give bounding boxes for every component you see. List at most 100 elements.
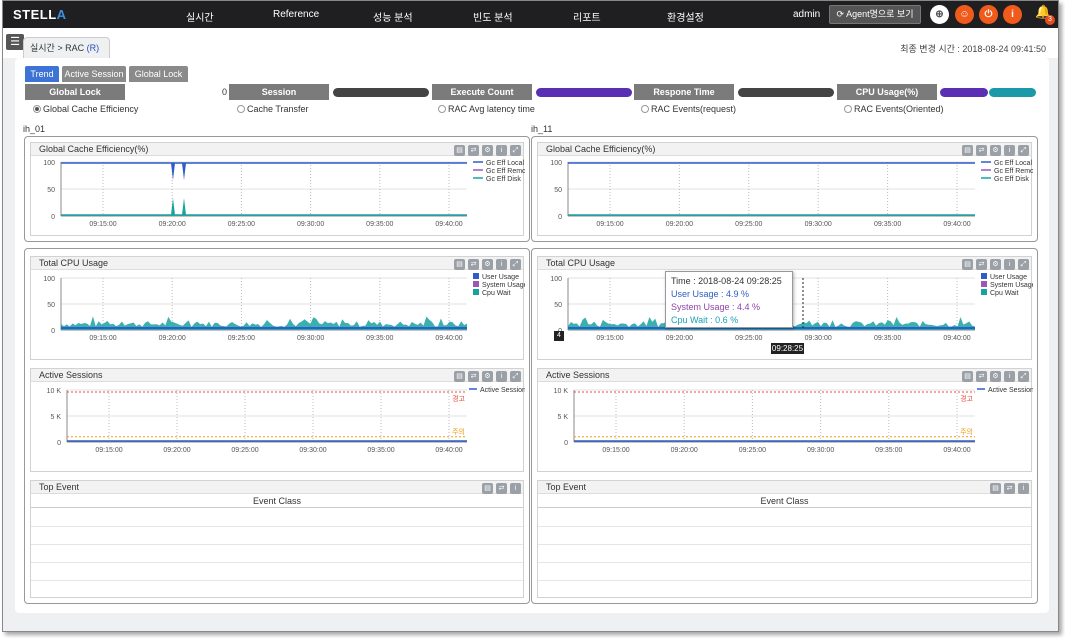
y-tick-label: 100 (43, 276, 55, 283)
x-tick-label: 09:35:00 (875, 447, 902, 454)
event-class-header[interactable]: Event Class (538, 494, 1031, 508)
table-icon[interactable]: ▤ (454, 371, 465, 382)
active-sessions-chart-2[interactable]: 10 K 5 K 0 09:15:00 09:20:00 09:25:00 09:30:00… (538, 382, 1033, 472)
metric-session: Session (229, 84, 329, 100)
series-spike (182, 198, 186, 215)
gear-icon[interactable]: ⚙ (990, 371, 1001, 382)
table-icon[interactable]: ▤ (962, 371, 973, 382)
gear-icon[interactable]: ⚙ (482, 371, 493, 382)
panel-tools: ▤ ⇄ i (987, 482, 1029, 494)
gear-icon[interactable]: ⚙ (482, 259, 493, 270)
tab-global-lock[interactable]: Global Lock (129, 66, 188, 82)
power-icon[interactable]: ⏻ (979, 5, 998, 24)
radio-cache-transfer[interactable]: Cache Transfer (237, 104, 309, 114)
share-icon[interactable]: ⇄ (1004, 483, 1015, 494)
active-sessions-chart-1[interactable]: 10 K 5 K 0 09:15:00 09:20:00 09:25:00 09:30:00… (31, 382, 525, 472)
table-icon[interactable]: ▤ (990, 483, 1001, 494)
x-tick-label: 09:35:00 (366, 335, 393, 342)
info-icon[interactable]: i (496, 259, 507, 270)
legend-label: System Usage (990, 282, 1033, 289)
info-icon[interactable]: i (496, 371, 507, 382)
app-logo[interactable]: STELLA (13, 7, 67, 22)
nav-settings[interactable]: 환경설정 (667, 9, 704, 24)
globe-icon[interactable]: ⊕ (930, 5, 949, 24)
table-icon[interactable]: ▤ (962, 145, 973, 156)
menu-toggle-icon[interactable]: ☰ (6, 34, 24, 50)
sub-header: ☰ 실시간 > RAC (R) 최종 변경 시간 : 2018-08-24 09… (3, 28, 1058, 58)
panel-title: Active Sessions (31, 369, 523, 382)
table-icon[interactable]: ▤ (962, 259, 973, 270)
x-tick-label: 09:40:00 (435, 335, 462, 342)
user-name[interactable]: admin (793, 9, 820, 20)
nav-reference[interactable]: Reference (273, 9, 319, 20)
expand-icon[interactable]: ⤢ (510, 259, 521, 270)
x-tick-label: 09:35:00 (874, 335, 901, 342)
radio-global-cache-efficiency[interactable]: Global Cache Efficiency (33, 104, 138, 114)
cursor-time-label: 09:28:25 (771, 343, 804, 354)
info-icon[interactable]: i (1018, 483, 1029, 494)
main-content: Trend Active Session Global Lock Global … (15, 58, 1049, 613)
nav-frequency-analysis[interactable]: 빈도 분석 (473, 9, 513, 24)
radio-rac-avg-latency[interactable]: RAC Avg latency time (438, 104, 535, 114)
user-icon[interactable]: ☺ (955, 5, 974, 24)
cpu-chart-1[interactable]: 100 50 0 09:15:00 09:20:00 09:25:00 09:30:00 09… (31, 270, 525, 360)
table-icon[interactable]: ▤ (454, 145, 465, 156)
share-icon[interactable]: ⇄ (976, 259, 987, 270)
share-icon[interactable]: ⇄ (468, 371, 479, 382)
info-icon[interactable]: i (496, 145, 507, 156)
share-icon[interactable]: ⇄ (496, 483, 507, 494)
legend-label: Cpu Wait (990, 290, 1019, 297)
nav-performance-analysis[interactable]: 성능 분석 (373, 9, 413, 24)
x-tick-label: 09:40:00 (943, 221, 970, 228)
gear-icon[interactable]: ⚙ (990, 259, 1001, 270)
share-icon[interactable]: ⇄ (468, 145, 479, 156)
radio-rac-events-request[interactable]: RAC Events(request) (641, 104, 736, 114)
legend-label: User Usage (990, 274, 1027, 281)
expand-icon[interactable]: ⤢ (510, 145, 521, 156)
table-row (31, 545, 523, 563)
x-tick-label: 09:30:00 (805, 335, 832, 342)
share-icon[interactable]: ⇄ (468, 259, 479, 270)
tab-trend[interactable]: Trend (25, 66, 59, 82)
x-tick-label: 09:40:00 (943, 335, 970, 342)
table-icon[interactable]: ▤ (454, 259, 465, 270)
gce-chart-1[interactable]: 100 50 0 09:15:00 09:20:00 09:25:00 09:30:00 09… (31, 156, 525, 236)
share-icon[interactable]: ⇄ (976, 145, 987, 156)
gce-chart-2[interactable]: 100 50 0 09:15:00 09:20:00 09:25:00 09:30:00 09… (538, 156, 1033, 236)
share-icon[interactable]: ⇄ (976, 371, 987, 382)
legend-label: Gc Eff Remote (994, 168, 1033, 175)
cpu-usage-bar-1 (940, 88, 988, 97)
legend-swatch (473, 289, 479, 295)
nav-report[interactable]: 리포트 (573, 9, 601, 24)
expand-icon[interactable]: ⤢ (1018, 371, 1029, 382)
y-tick-label: 10 K (554, 388, 569, 395)
info-icon[interactable]: i (1004, 259, 1015, 270)
info-icon[interactable]: i (1003, 5, 1022, 24)
gear-icon[interactable]: ⚙ (990, 145, 1001, 156)
nav-realtime[interactable]: 실시간 (186, 9, 214, 24)
radio-rac-events-oriented[interactable]: RAC Events(Oriented) (844, 104, 944, 114)
radio-unchecked-icon (237, 105, 245, 113)
instance-2-gce-box: Global Cache Efficiency(%) ▤ ⇄ ⚙ i ⤢ 100 50 0 0… (531, 136, 1038, 242)
expand-icon[interactable]: ⤢ (510, 371, 521, 382)
event-class-header[interactable]: Event Class (31, 494, 523, 508)
expand-icon[interactable]: ⤢ (1018, 145, 1029, 156)
table-icon[interactable]: ▤ (482, 483, 493, 494)
y-tick-label: 50 (47, 187, 55, 194)
notification-badge: 3 (1045, 15, 1055, 25)
info-icon[interactable]: i (1004, 145, 1015, 156)
series-spike (182, 163, 186, 180)
info-icon[interactable]: i (510, 483, 521, 494)
radio-unchecked-icon (844, 105, 852, 113)
expand-icon[interactable]: ⤢ (1018, 259, 1029, 270)
x-tick-label: 09:20:00 (159, 221, 186, 228)
radio-unchecked-icon (641, 105, 649, 113)
y-tick-label: 100 (550, 276, 562, 283)
panel-title: Top Event (31, 481, 523, 494)
info-icon[interactable]: i (1004, 371, 1015, 382)
tab-active-session[interactable]: Active Session (62, 66, 126, 82)
breadcrumb[interactable]: 실시간 > RAC (R) (23, 37, 111, 58)
gear-icon[interactable]: ⚙ (482, 145, 493, 156)
agent-view-button[interactable]: ⟳ Agent명으로 보기 (829, 5, 921, 24)
active-sessions-panel-1: Active Sessions ▤ ⇄ ⚙ i ⤢ 10 K 5 K 0 09:15:00 09… (30, 368, 525, 472)
